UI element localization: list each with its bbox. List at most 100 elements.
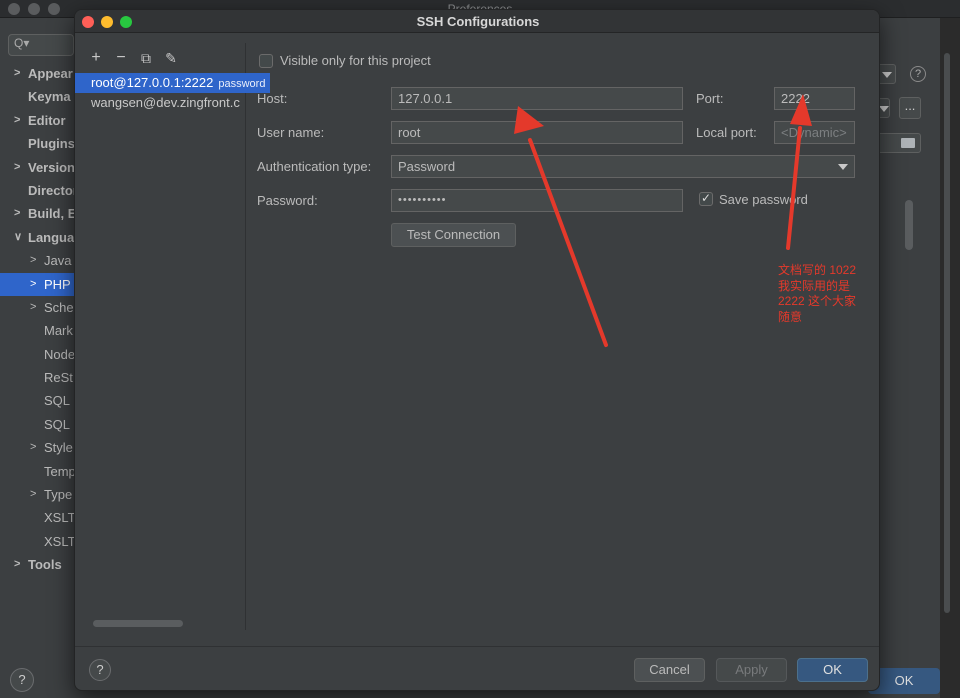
tree-item[interactable]: > Java bbox=[0, 249, 74, 272]
username-input[interactable]: root bbox=[391, 121, 683, 144]
tree-item-label: SQL bbox=[44, 393, 71, 409]
tree-item[interactable]: Keyma bbox=[0, 85, 74, 108]
local-port-input[interactable]: <Dynamic> bbox=[774, 121, 855, 144]
list-item[interactable]: wangsen@dev.zingfront.c bbox=[75, 93, 246, 113]
tree-item-label: Plugins bbox=[28, 136, 74, 152]
ok-button[interactable]: OK bbox=[797, 658, 868, 682]
chevron-right-icon[interactable]: > bbox=[14, 156, 20, 179]
config-list-pane: + − ⧉ ✎ root@127.0.0.1:2222 password wang… bbox=[75, 43, 270, 630]
tree-item[interactable]: Mark bbox=[0, 319, 74, 342]
tree-item-label: Node bbox=[44, 346, 74, 362]
tree-item[interactable]: ReSt bbox=[0, 366, 74, 389]
chevron-right-icon[interactable]: > bbox=[14, 202, 20, 225]
tree-item[interactable]: > Style bbox=[0, 436, 74, 459]
list-item[interactable]: root@127.0.0.1:2222 password bbox=[75, 73, 270, 93]
tree-item[interactable]: ∨ Langua bbox=[0, 226, 74, 249]
tree-item-label: Keyma bbox=[28, 89, 71, 105]
folder-button[interactable] bbox=[876, 133, 921, 153]
tree-item[interactable]: Temp bbox=[0, 460, 74, 483]
host-input[interactable]: 127.0.0.1 bbox=[391, 87, 683, 110]
tree-item[interactable]: XSLT bbox=[0, 506, 74, 529]
help-icon[interactable]: ? bbox=[10, 668, 34, 692]
tree-item-label: XSLT bbox=[44, 533, 74, 549]
apply-button[interactable]: Apply bbox=[716, 658, 787, 682]
scrollbar[interactable] bbox=[905, 200, 913, 250]
tree-item-label: Style bbox=[44, 440, 73, 456]
edit-icon[interactable]: ✎ bbox=[162, 49, 180, 67]
tree-item[interactable]: > Build, E bbox=[0, 202, 74, 225]
dialog-footer: ? Cancel Apply OK bbox=[75, 646, 879, 690]
horizontal-scrollbar[interactable] bbox=[93, 620, 183, 627]
dialog-titlebar: SSH Configurations bbox=[75, 10, 879, 33]
tree-item[interactable]: > Type bbox=[0, 483, 74, 506]
chevron-down-icon[interactable]: ∨ bbox=[14, 226, 22, 249]
tree-item[interactable]: > Version bbox=[0, 156, 74, 179]
tree-item[interactable]: XSLT bbox=[0, 530, 74, 553]
save-password-checkbox[interactable] bbox=[699, 191, 713, 206]
config-host: root@127.0.0.1:2222 bbox=[91, 75, 214, 90]
chevron-down-icon bbox=[879, 106, 889, 112]
tree-item-label: Sche bbox=[44, 299, 74, 315]
dialog-title: SSH Configurations bbox=[416, 14, 540, 29]
settings-tree: > Appear Keyma > Editor Plugins > Version Direct… bbox=[0, 62, 74, 577]
password-input[interactable]: •••••••••• bbox=[391, 189, 683, 212]
tree-item-label: XSLT bbox=[44, 510, 74, 526]
chevron-right-icon[interactable]: > bbox=[14, 62, 20, 85]
auth-type-label: Authentication type: bbox=[257, 159, 372, 174]
tree-item-label: Version bbox=[28, 159, 74, 175]
chevron-right-icon[interactable]: > bbox=[30, 483, 36, 506]
tree-item-label: Mark bbox=[44, 323, 73, 339]
save-password-label: Save password bbox=[719, 192, 808, 207]
tree-item[interactable]: > PHP bbox=[0, 272, 74, 296]
port-label: Port: bbox=[696, 91, 724, 106]
chevron-right-icon[interactable]: > bbox=[14, 109, 20, 132]
chevron-down-icon bbox=[882, 72, 892, 78]
more-button[interactable]: ... bbox=[899, 97, 921, 119]
password-label: Password: bbox=[257, 193, 318, 208]
scrollbar[interactable] bbox=[944, 53, 950, 613]
chevron-right-icon[interactable]: > bbox=[30, 436, 36, 459]
tree-item-label: SQL bbox=[44, 416, 71, 432]
remove-icon[interactable]: − bbox=[112, 49, 130, 67]
chevron-right-icon[interactable]: > bbox=[14, 553, 20, 576]
ssh-configurations-dialog: SSH Configurations + − ⧉ ✎ root@127.0.0.… bbox=[74, 9, 880, 691]
tree-item-label: ReSt bbox=[44, 370, 73, 386]
search-icon: Q▾ bbox=[14, 36, 30, 50]
tree-item[interactable]: SQL bbox=[0, 389, 74, 412]
tree-item[interactable]: > Editor bbox=[0, 109, 74, 132]
help-icon[interactable]: ? bbox=[89, 659, 111, 681]
visible-only-checkbox[interactable] bbox=[259, 54, 273, 68]
tree-item-label: PHP bbox=[44, 276, 71, 292]
tree-item-label: Type bbox=[44, 487, 73, 503]
username-label: User name: bbox=[257, 125, 325, 140]
host-label: Host: bbox=[257, 91, 288, 106]
tree-item[interactable]: > Tools bbox=[0, 553, 74, 576]
config-host: wangsen@dev.zingfront.c bbox=[91, 95, 240, 110]
chevron-down-icon bbox=[838, 164, 848, 170]
tree-item[interactable]: > Appear bbox=[0, 62, 74, 85]
auth-type-select[interactable]: Password bbox=[391, 155, 855, 178]
chevron-right-icon[interactable]: > bbox=[30, 249, 36, 272]
test-connection-button[interactable]: Test Connection bbox=[391, 223, 516, 247]
tree-item-label: Java bbox=[44, 253, 72, 269]
config-list: root@127.0.0.1:2222 password wangsen@dev.… bbox=[75, 73, 270, 113]
port-input[interactable]: 2222 bbox=[774, 87, 855, 110]
copy-icon[interactable]: ⧉ bbox=[137, 49, 155, 67]
chevron-right-icon[interactable]: > bbox=[30, 296, 36, 319]
local-port-label: Local port: bbox=[696, 125, 757, 140]
cancel-button[interactable]: Cancel bbox=[634, 658, 705, 682]
tree-item-label: Temp bbox=[44, 463, 74, 479]
folder-icon bbox=[901, 138, 915, 148]
help-icon[interactable]: ? bbox=[910, 66, 926, 82]
tree-item[interactable]: Node bbox=[0, 343, 74, 366]
tree-item[interactable]: SQL bbox=[0, 413, 74, 436]
add-icon[interactable]: + bbox=[87, 49, 105, 67]
tree-item[interactable]: Director bbox=[0, 179, 74, 202]
tree-item-label: Tools bbox=[28, 557, 62, 573]
tree-item[interactable]: > Sche bbox=[0, 296, 74, 319]
settings-search-input[interactable]: Q▾ bbox=[8, 34, 74, 56]
tree-item-label: Editor bbox=[28, 112, 66, 128]
tree-item-label: Director bbox=[28, 182, 74, 198]
tree-item[interactable]: Plugins bbox=[0, 132, 74, 155]
chevron-right-icon[interactable]: > bbox=[30, 273, 36, 296]
